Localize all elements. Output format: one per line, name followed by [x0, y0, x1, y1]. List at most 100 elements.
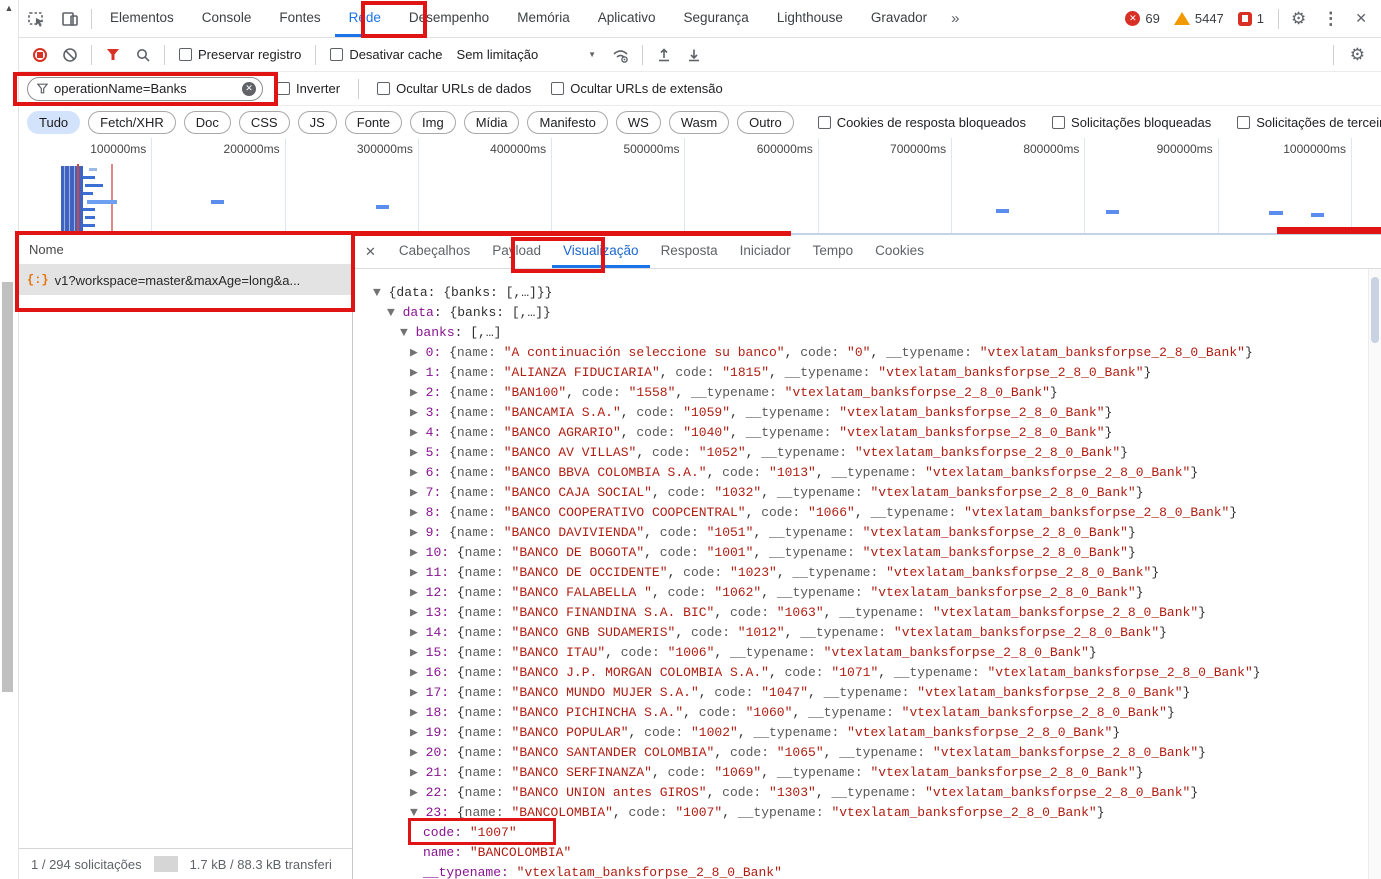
filter-input[interactable]: [54, 81, 212, 96]
settings-gear-icon[interactable]: ⚙: [1283, 0, 1314, 37]
devtools-tab[interactable]: Memória: [503, 0, 584, 37]
errors-badge[interactable]: ✕ 69: [1125, 11, 1159, 26]
import-har-icon[interactable]: [651, 42, 677, 68]
devtools-tab[interactable]: Rede: [335, 0, 395, 37]
bank-entry-row[interactable]: ▶ 2: {name: "BAN100", code: "1558", __ty…: [353, 383, 1381, 403]
bank-entry-row[interactable]: ▶ 21: {name: "BANCO SERFINANZA", code: "…: [353, 763, 1381, 783]
hide-data-urls-checkbox[interactable]: Ocultar URLs de dados: [371, 81, 537, 96]
bank-entry-row[interactable]: ▶ 13: {name: "BANCO FINANDINA S.A. BIC",…: [353, 603, 1381, 623]
more-tabs-chevron-icon[interactable]: »: [941, 0, 969, 37]
collapsed-arrow-icon[interactable]: ▶: [410, 765, 426, 780]
disable-cache-checkbox[interactable]: Desativar cache: [324, 47, 448, 62]
expanded-arrow-icon[interactable]: ▼: [373, 285, 389, 300]
collapsed-arrow-icon[interactable]: ▶: [410, 565, 426, 580]
blocked-filter-checkbox[interactable]: Solicitações de terceiros: [1231, 115, 1381, 130]
bank-entry-row[interactable]: ▶ 11: {name: "BANCO DE OCCIDENTE", code:…: [353, 563, 1381, 583]
detail-tab[interactable]: Cookies: [864, 235, 935, 268]
type-filter-chip[interactable]: Fonte: [345, 111, 402, 134]
kebab-menu-icon[interactable]: ⋮: [1314, 0, 1347, 37]
bank-entry-row[interactable]: ▶ 8: {name: "BANCO COOPERATIVO COOPCENTR…: [353, 503, 1381, 523]
blocked-filter-box[interactable]: [1237, 116, 1250, 129]
bank-entry-row[interactable]: ▶ 5: {name: "BANCO AV VILLAS", code: "10…: [353, 443, 1381, 463]
detail-tab[interactable]: Iniciador: [729, 235, 802, 268]
export-har-icon[interactable]: [681, 42, 707, 68]
network-settings-gear-icon[interactable]: ⚙: [1342, 45, 1373, 65]
collapsed-arrow-icon[interactable]: ▶: [410, 665, 426, 680]
collapsed-arrow-icon[interactable]: ▶: [410, 785, 426, 800]
detail-tab[interactable]: Visualização: [552, 235, 650, 268]
devtools-tab[interactable]: Console: [188, 0, 266, 37]
collapsed-arrow-icon[interactable]: ▶: [410, 545, 426, 560]
tree-banks-row[interactable]: ▼ banks: [,…]: [353, 323, 1381, 343]
invert-box[interactable]: [277, 82, 290, 95]
filter-icon[interactable]: [100, 42, 126, 68]
collapsed-arrow-icon[interactable]: ▶: [410, 485, 426, 500]
devtools-tab[interactable]: Gravador: [857, 0, 941, 37]
bank-entry-row[interactable]: ▶ 12: {name: "BANCO FALABELLA ", code: "…: [353, 583, 1381, 603]
expanded-arrow-icon[interactable]: ▼: [387, 305, 403, 320]
devtools-tab[interactable]: Segurança: [670, 0, 763, 37]
filter-input-pill[interactable]: ✕: [27, 77, 263, 101]
bank-entry-row[interactable]: ▶ 17: {name: "BANCO MUNDO MUJER S.A.", c…: [353, 683, 1381, 703]
clear-network-log-icon[interactable]: [57, 42, 83, 68]
collapsed-arrow-icon[interactable]: ▶: [410, 625, 426, 640]
collapsed-arrow-icon[interactable]: ▶: [410, 505, 426, 520]
device-toolbar-icon[interactable]: [53, 0, 87, 37]
hide-extension-urls-box[interactable]: [551, 82, 564, 95]
type-filter-chip[interactable]: Img: [410, 111, 456, 134]
type-filter-chip[interactable]: WS: [616, 111, 661, 134]
bank-typename-property-row[interactable]: __typename: "vtexlatam_banksforpse_2_8_0…: [353, 863, 1381, 879]
record-network-log-icon[interactable]: [27, 42, 53, 68]
type-filter-chip[interactable]: Mídia: [464, 111, 520, 134]
request-row[interactable]: {:} v1?workspace=master&maxAge=long&a...: [19, 265, 352, 295]
warnings-badge[interactable]: 5447: [1174, 11, 1224, 26]
devtools-tab[interactable]: Elementos: [96, 0, 188, 37]
bank-entry-row-expanded[interactable]: ▼ 23: {name: "BANCOLOMBIA", code: "1007"…: [353, 803, 1381, 823]
preserve-log-box[interactable]: [179, 48, 192, 61]
hide-extension-urls-checkbox[interactable]: Ocultar URLs de extensão: [545, 81, 728, 96]
collapsed-arrow-icon[interactable]: ▶: [410, 705, 426, 720]
close-detail-icon[interactable]: ✕: [353, 235, 388, 268]
devtools-tab[interactable]: Aplicativo: [584, 0, 670, 37]
type-filter-chip[interactable]: JS: [298, 111, 337, 134]
type-filter-chip[interactable]: Tudo: [27, 111, 80, 134]
type-filter-chip[interactable]: Fetch/XHR: [88, 111, 176, 134]
tree-root-row[interactable]: ▼ {data: {banks: [,…]}}: [353, 283, 1381, 303]
bank-name-property-row[interactable]: name: "BANCOLOMBIA": [353, 843, 1381, 863]
type-filter-chip[interactable]: CSS: [239, 111, 290, 134]
collapsed-arrow-icon[interactable]: ▶: [410, 425, 426, 440]
tree-data-row[interactable]: ▼ data: {banks: [,…]}: [353, 303, 1381, 323]
bank-entry-row[interactable]: ▶ 7: {name: "BANCO CAJA SOCIAL", code: "…: [353, 483, 1381, 503]
bank-entry-row[interactable]: ▶ 15: {name: "BANCO ITAU", code: "1006",…: [353, 643, 1381, 663]
inspect-element-icon[interactable]: [19, 0, 53, 37]
bank-entry-row[interactable]: ▶ 6: {name: "BANCO BBVA COLOMBIA S.A.", …: [353, 463, 1381, 483]
collapsed-arrow-icon[interactable]: ▶: [410, 605, 426, 620]
throttling-select[interactable]: Sem limitação ▼: [453, 47, 605, 62]
page-scrollbar[interactable]: ▲: [0, 0, 18, 879]
bank-entry-row[interactable]: ▶ 10: {name: "BANCO DE BOGOTA", code: "1…: [353, 543, 1381, 563]
collapsed-arrow-icon[interactable]: ▶: [410, 405, 426, 420]
preview-scrollbar-thumb[interactable]: [1371, 277, 1379, 343]
collapsed-arrow-icon[interactable]: ▶: [410, 385, 426, 400]
name-column-header[interactable]: Nome: [19, 235, 352, 265]
close-devtools-icon[interactable]: ✕: [1347, 0, 1381, 37]
bank-entry-row[interactable]: ▶ 1: {name: "ALIANZA FIDUCIARIA", code: …: [353, 363, 1381, 383]
collapsed-arrow-icon[interactable]: ▶: [410, 445, 426, 460]
bank-entry-row[interactable]: ▶ 14: {name: "BANCO GNB SUDAMERIS", code…: [353, 623, 1381, 643]
preserve-log-checkbox[interactable]: Preservar registro: [173, 47, 307, 62]
network-conditions-icon[interactable]: [608, 42, 634, 68]
blocked-filter-checkbox[interactable]: Cookies de resposta bloqueados: [812, 115, 1032, 130]
detail-tab[interactable]: Payload: [481, 235, 552, 268]
invert-filter-checkbox[interactable]: Inverter: [271, 81, 346, 96]
type-filter-chip[interactable]: Doc: [184, 111, 231, 134]
network-overview[interactable]: 100000ms200000ms300000ms400000ms500000ms…: [19, 138, 1381, 235]
collapsed-arrow-icon[interactable]: ▶: [410, 645, 426, 660]
collapsed-arrow-icon[interactable]: ▶: [410, 585, 426, 600]
bank-entry-row[interactable]: ▶ 18: {name: "BANCO PICHINCHA S.A.", cod…: [353, 703, 1381, 723]
type-filter-chip[interactable]: Outro: [737, 111, 794, 134]
detail-tab[interactable]: Tempo: [802, 235, 865, 268]
preview-scrollbar[interactable]: [1368, 269, 1381, 879]
blocked-filter-checkbox[interactable]: Solicitações bloqueadas: [1046, 115, 1217, 130]
clear-filter-icon[interactable]: ✕: [242, 82, 256, 96]
issues-badge[interactable]: 1: [1238, 11, 1264, 26]
